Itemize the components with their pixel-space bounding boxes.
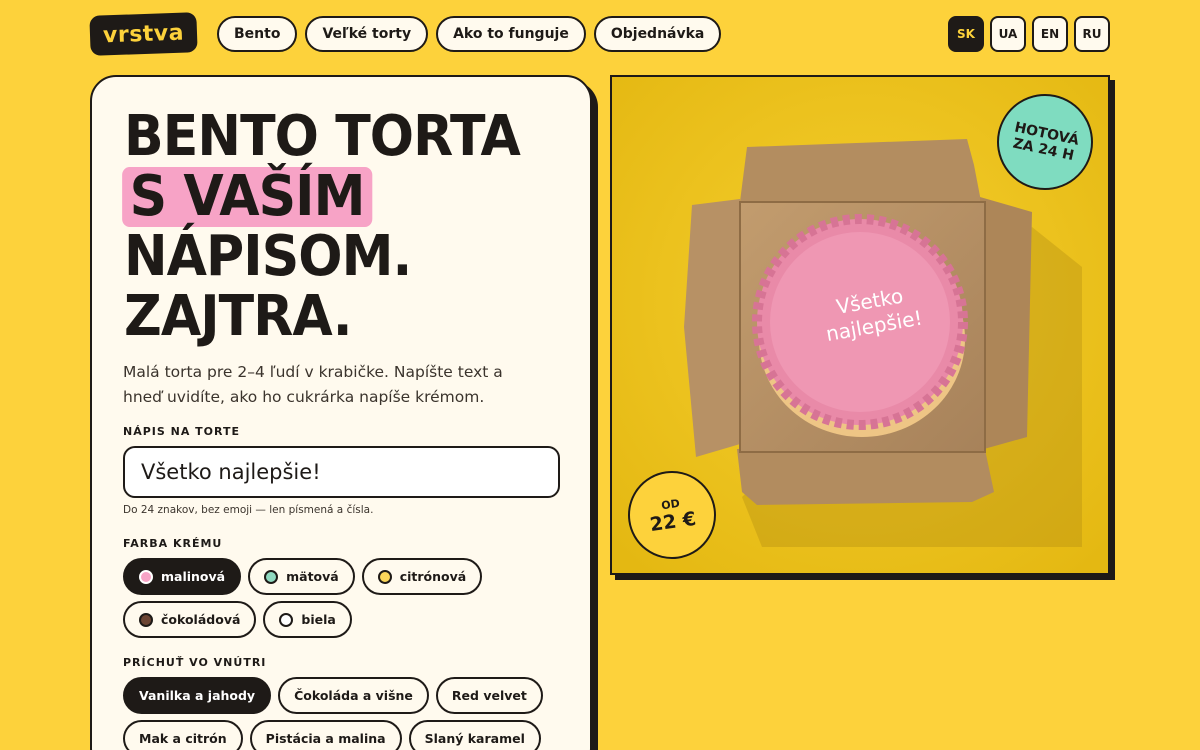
flavor-option-chocolate-cherry[interactable]: Čokoláda a višne: [278, 677, 429, 714]
cream-option-chocolate[interactable]: čokoládová: [123, 601, 257, 638]
color-swatch: [139, 612, 153, 627]
flavor-option-poppy-lemon[interactable]: Mak a citrón: [123, 720, 243, 750]
inscription-label: NÁPIS NA TORTE: [123, 425, 241, 438]
nav-large-cakes[interactable]: Veľké torty: [305, 16, 429, 52]
configurator-card: BENTO TORTA S VAŠÍM NÁPISOM. ZAJTRA. Mal…: [90, 75, 592, 750]
flavor-row-2: Mak a citrón Pistácia a malina Slaný kar…: [123, 720, 541, 750]
cream-option-mint[interactable]: mätová: [248, 558, 355, 595]
main-nav: Bento Veľké torty Ako to funguje Objedná…: [217, 16, 722, 52]
lang-sk[interactable]: SK: [948, 16, 984, 52]
box-flap-left: [684, 199, 747, 457]
inscription-value: Všetko najlepšie!: [141, 460, 321, 484]
box-flap-bottom: [737, 445, 994, 505]
inscription-input[interactable]: Všetko najlepšie!: [123, 446, 560, 498]
cream-option-white[interactable]: biela: [263, 601, 352, 638]
nav-bento[interactable]: Bento: [217, 16, 298, 52]
lang-ua[interactable]: UA: [990, 16, 1026, 52]
flavor-option-red-velvet[interactable]: Red velvet: [435, 677, 543, 714]
flavor-label: PRÍCHUŤ VO VNÚTRI: [123, 656, 267, 669]
nav-how-it-works[interactable]: Ako to funguje: [436, 16, 586, 52]
intro-text: Malá torta pre 2–4 ľudí v krabičke. Napí…: [123, 363, 503, 406]
inscription-hint: Do 24 znakov, bez emoji — len písmená a …: [123, 504, 374, 516]
box-flap-right: [980, 197, 1032, 449]
color-swatch: [139, 569, 153, 584]
color-swatch: [264, 569, 279, 584]
title-line-2-highlight: S VAŠÍM: [122, 167, 372, 227]
language-switcher: SK UA EN RU: [948, 16, 1110, 52]
title-line-1: BENTO TORTA: [124, 104, 521, 169]
flavor-row-1: Vanilka a jahody Čokoláda a višne Red ve…: [123, 677, 543, 714]
lang-en[interactable]: EN: [1032, 16, 1068, 52]
cake-photo: Všetko najlepšie! HOTOVÁ ZA 24 H OD 22 €: [610, 75, 1110, 575]
color-swatch: [279, 612, 294, 627]
cream-color-label: FARBA KRÉMU: [123, 537, 223, 550]
flavor-option-pistachio-raspberry[interactable]: Pistácia a malina: [249, 720, 402, 750]
title-line-4: ZAJTRA.: [124, 284, 353, 349]
cream-color-row-2: čokoládová biela: [123, 601, 352, 638]
nav-order[interactable]: Objednávka: [593, 16, 722, 52]
title-line-3: NÁPISOM.: [124, 224, 412, 289]
page-title: BENTO TORTA S VAŠÍM NÁPISOM. ZAJTRA.: [122, 104, 521, 349]
flavor-option-vanilla-strawberry[interactable]: Vanilka a jahody: [123, 677, 272, 714]
color-swatch: [377, 569, 392, 584]
cream-color-row-1: malinová mätová citrónová: [123, 558, 483, 595]
cream-option-raspberry[interactable]: malinová: [123, 558, 242, 595]
flavor-option-salted-caramel[interactable]: Slaný karamel: [408, 720, 541, 750]
logo[interactable]: vrstva: [89, 12, 198, 56]
cream-option-lemon[interactable]: citrónová: [361, 558, 483, 595]
lang-ru[interactable]: RU: [1074, 16, 1110, 52]
